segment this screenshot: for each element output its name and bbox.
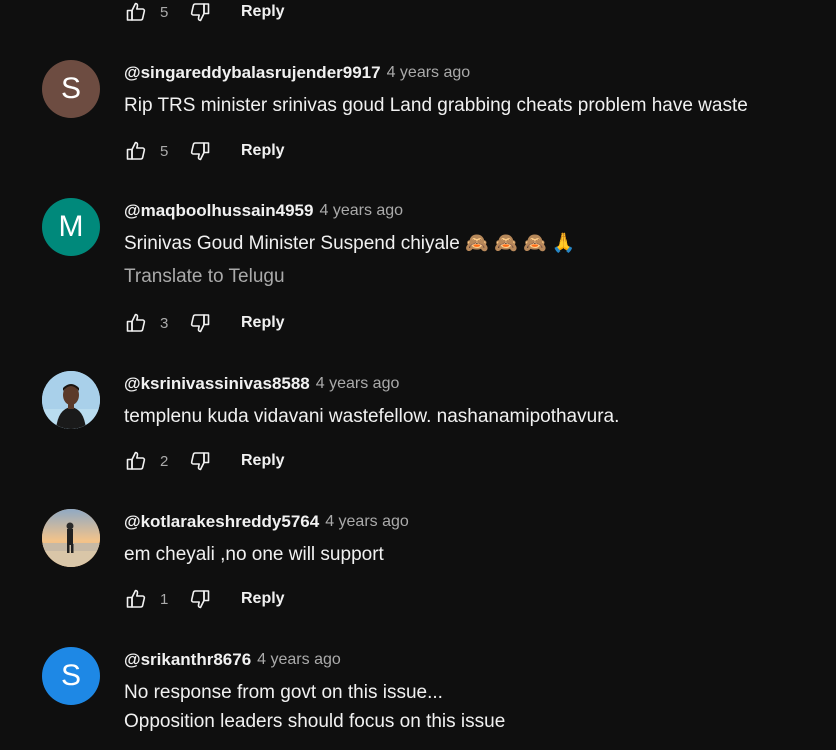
author-name[interactable]: @srikanthr8676 [124, 650, 251, 670]
like-count: 3 [160, 314, 169, 332]
comment-header: @srikanthr8676 4 years ago [124, 647, 341, 673]
like-icon[interactable] [124, 449, 148, 473]
like-count: 5 [160, 3, 169, 21]
reply-button[interactable]: Reply [241, 314, 285, 332]
reply-button[interactable]: Reply [241, 590, 285, 608]
reply-button[interactable]: Reply [241, 3, 285, 21]
author-name[interactable]: @ksrinivassinivas8588 [124, 374, 310, 394]
comment-text: Rip TRS minister srinivas goud Land grab… [124, 95, 748, 116]
like-count: 1 [160, 590, 169, 608]
comment-text-line-1: No response from govt on this issue... [124, 682, 443, 703]
comment-text: em cheyali ,no one will support [124, 544, 384, 565]
comment-time[interactable]: 4 years ago [325, 513, 409, 531]
avatar[interactable] [42, 371, 100, 429]
avatar[interactable]: S [42, 60, 100, 118]
person-photo-icon [42, 371, 100, 429]
dislike-icon[interactable] [188, 587, 212, 611]
comment-item: @ksrinivassinivas8588 4 years ago temple… [0, 371, 836, 481]
comment-time[interactable]: 4 years ago [257, 651, 341, 669]
comment-actions: 5 Reply [124, 139, 285, 163]
comment-header: @singareddybalasrujender9917 4 years ago [124, 60, 470, 86]
avatar[interactable]: M [42, 198, 100, 256]
comment-actions: 3 Reply [124, 311, 285, 335]
comment-actions: 2 Reply [124, 449, 285, 473]
avatar[interactable] [42, 509, 100, 567]
author-name[interactable]: @kotlarakeshreddy5764 [124, 512, 319, 532]
comment-actions: 1 Reply [124, 587, 285, 611]
comment-time[interactable]: 4 years ago [319, 202, 403, 220]
avatar[interactable]: S [42, 647, 100, 705]
like-count: 5 [160, 142, 169, 160]
comment-header: @kotlarakeshreddy5764 4 years ago [124, 509, 409, 535]
like-icon[interactable] [124, 587, 148, 611]
comment-header: @maqboolhussain4959 4 years ago [124, 198, 403, 224]
beach-sunset-photo-icon [42, 509, 100, 567]
like-count: 2 [160, 452, 169, 470]
dislike-icon[interactable] [188, 0, 212, 24]
like-icon[interactable] [124, 0, 148, 24]
author-name[interactable]: @singareddybalasrujender9917 [124, 63, 381, 83]
comment-item: M @maqboolhussain4959 4 years ago Sriniv… [0, 198, 836, 348]
comment-item: S @srikanthr8676 4 years ago No response… [0, 647, 836, 750]
author-name[interactable]: @maqboolhussain4959 [124, 201, 313, 221]
comment-text-line-2: Opposition leaders should focus on this … [124, 711, 506, 732]
comment-actions: 5 Reply [124, 0, 285, 24]
like-icon[interactable] [124, 139, 148, 163]
comment-time[interactable]: 4 years ago [387, 64, 471, 82]
comment-text: templenu kuda vidavani wastefellow. nash… [124, 406, 620, 427]
translate-link[interactable]: Translate to Telugu [124, 266, 285, 288]
reply-button[interactable]: Reply [241, 452, 285, 470]
reply-button[interactable]: Reply [241, 142, 285, 160]
like-icon[interactable] [124, 311, 148, 335]
comment-text: Srinivas Goud Minister Suspend chiyale 🙈… [124, 233, 576, 254]
dislike-icon[interactable] [188, 449, 212, 473]
comment-time[interactable]: 4 years ago [316, 375, 400, 393]
comment-header: @ksrinivassinivas8588 4 years ago [124, 371, 399, 397]
comment-item: S @singareddybalasrujender9917 4 years a… [0, 60, 836, 170]
dislike-icon[interactable] [188, 311, 212, 335]
dislike-icon[interactable] [188, 139, 212, 163]
comment-item: @kotlarakeshreddy5764 4 years ago em che… [0, 509, 836, 619]
